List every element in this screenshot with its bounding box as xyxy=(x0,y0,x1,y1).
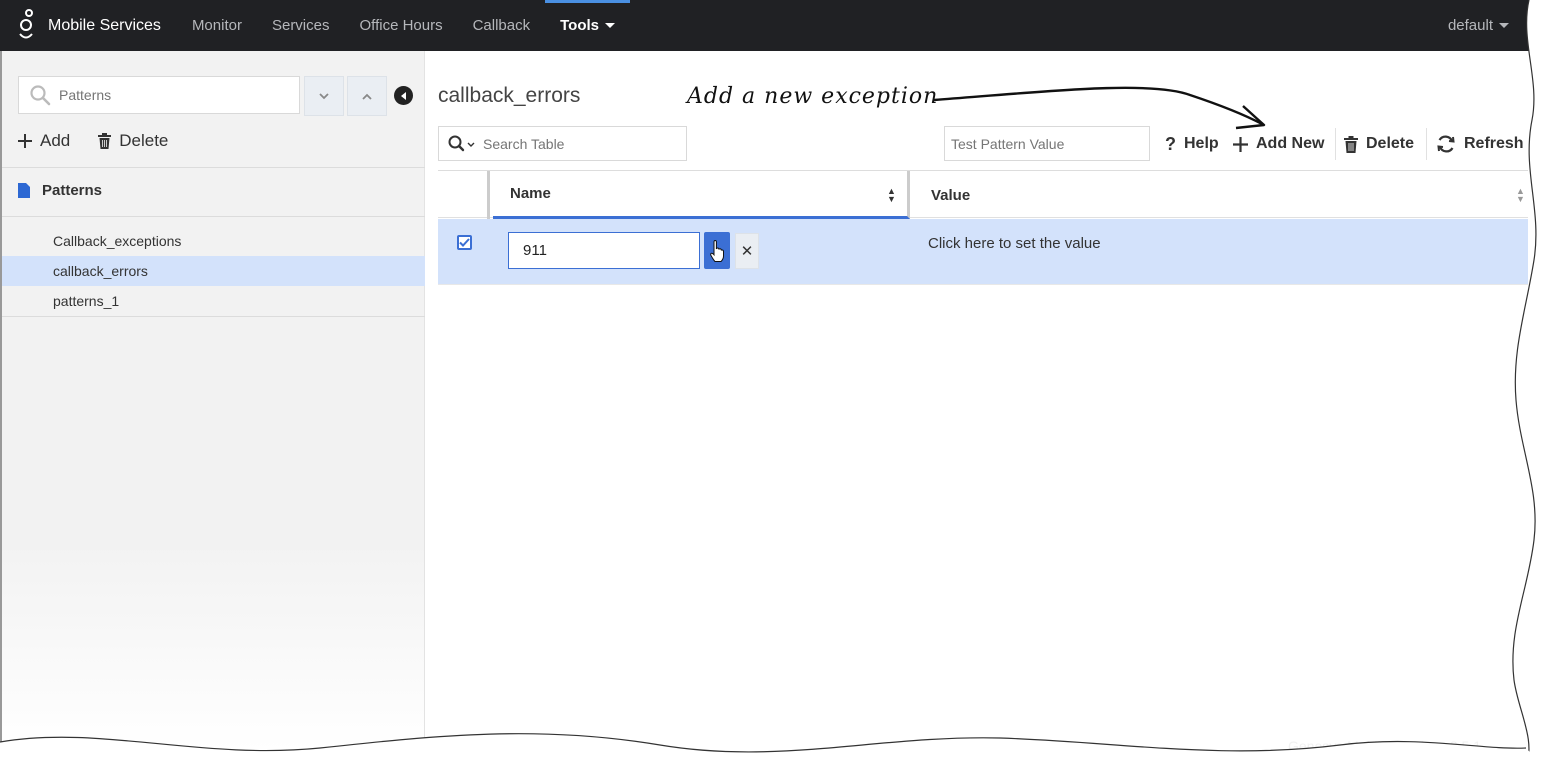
nav-item-office-hours[interactable]: Office Hours xyxy=(345,0,458,51)
divider xyxy=(1426,128,1427,160)
delete-label: Delete xyxy=(1366,135,1415,152)
help-button[interactable]: ? Help xyxy=(1165,128,1219,160)
sidebar-item-callback-errors[interactable]: callback_errors xyxy=(2,256,425,286)
delete-button[interactable]: Delete xyxy=(1344,128,1414,160)
chevron-down-icon xyxy=(605,23,616,28)
nav-item-services[interactable]: Services xyxy=(257,0,345,51)
table-header: Name ▲ ▼ Value ▲ ▼ xyxy=(438,170,1528,219)
refresh-icon xyxy=(1437,135,1455,153)
table-search-input[interactable] xyxy=(483,135,673,152)
divider xyxy=(1335,128,1336,160)
test-pattern xyxy=(944,126,1150,161)
chevron-down-icon xyxy=(319,92,329,99)
sort-icon[interactable]: ▲ ▼ xyxy=(1516,187,1525,204)
footer-version: Genesys Mobile Services 8.5.1 xyxy=(1288,738,1481,754)
app-title: Mobile Services xyxy=(48,16,161,34)
trash-icon xyxy=(1344,135,1358,153)
section-label: Patterns xyxy=(42,182,103,199)
nav-item-callback[interactable]: Callback xyxy=(458,0,546,51)
hand-cursor-icon xyxy=(710,239,725,262)
search-icon xyxy=(30,85,51,106)
test-pattern-input[interactable] xyxy=(951,135,1141,152)
chevron-up-icon xyxy=(362,93,372,100)
refresh-label: Refresh xyxy=(1464,135,1524,152)
add-pattern-button[interactable]: Add xyxy=(18,131,70,151)
table-search xyxy=(438,126,687,161)
add-label: Add xyxy=(40,131,71,150)
sidebar-item-patterns-1[interactable]: patterns_1 xyxy=(2,286,425,316)
previous-button[interactable] xyxy=(347,76,387,116)
search-icon[interactable] xyxy=(447,134,477,154)
add-new-button[interactable]: Add New xyxy=(1233,128,1324,160)
top-nav: Mobile Services Monitor Services Office … xyxy=(0,0,1543,51)
nav-item-monitor[interactable]: Monitor xyxy=(177,0,257,51)
add-new-label: Add New xyxy=(1256,135,1325,152)
row-checkbox[interactable] xyxy=(457,235,472,250)
close-icon: ✕ xyxy=(740,243,754,260)
genesys-logo-icon xyxy=(19,8,33,38)
annotation-text: Add a new exception xyxy=(687,84,939,109)
plus-icon xyxy=(1233,136,1248,152)
user-name: default xyxy=(1447,17,1493,34)
refresh-button[interactable]: Refresh xyxy=(1436,128,1524,160)
column-name-label: Name xyxy=(510,185,551,202)
nav-item-tools-label: Tools xyxy=(560,17,600,34)
sort-icon[interactable]: ▲ ▼ xyxy=(887,187,896,204)
divider xyxy=(2,216,425,217)
patterns-section-header[interactable]: Patterns xyxy=(18,182,102,199)
sidebar-item-callback-exceptions[interactable]: Callback_exceptions xyxy=(2,226,425,256)
arrow-left-icon xyxy=(400,91,406,100)
collapse-panel-button[interactable] xyxy=(394,86,413,105)
table-row[interactable]: ✕ Click here to set the value xyxy=(438,219,1528,285)
column-header-name[interactable]: Name ▲ ▼ xyxy=(493,171,910,219)
checkmark-icon xyxy=(459,238,470,247)
chevron-down-icon xyxy=(1499,23,1509,28)
brand[interactable]: Mobile Services xyxy=(14,8,161,44)
column-header-value[interactable]: Value ▲ ▼ xyxy=(913,171,1528,219)
delete-pattern-button[interactable]: Delete xyxy=(98,131,168,151)
pattern-search xyxy=(18,76,300,114)
divider xyxy=(2,316,425,317)
document-icon xyxy=(18,183,30,198)
cancel-edit-button[interactable]: ✕ xyxy=(735,233,759,269)
question-icon: ? xyxy=(1165,133,1176,154)
trash-icon xyxy=(98,133,112,149)
select-column-header xyxy=(438,171,490,219)
sidebar: Add Delete Patterns Callback_exceptions … xyxy=(2,51,425,751)
nav-menu: Monitor Services Office Hours Callback T… xyxy=(177,0,630,51)
column-value-label: Value xyxy=(931,186,971,204)
delete-label: Delete xyxy=(119,131,169,150)
value-cell[interactable]: Click here to set the value xyxy=(928,235,1101,252)
nav-item-tools[interactable]: Tools xyxy=(545,0,630,51)
page-title: callback_errors xyxy=(438,84,581,107)
divider xyxy=(2,167,425,168)
user-menu[interactable]: default xyxy=(1448,0,1509,51)
name-edit-input[interactable] xyxy=(508,232,700,269)
confirm-edit-button[interactable] xyxy=(704,232,730,269)
pattern-search-input[interactable] xyxy=(59,87,279,103)
next-button[interactable] xyxy=(304,76,344,116)
plus-icon xyxy=(18,134,32,148)
help-label: Help xyxy=(1184,135,1219,152)
sidebar-actions: Add Delete xyxy=(18,131,168,151)
